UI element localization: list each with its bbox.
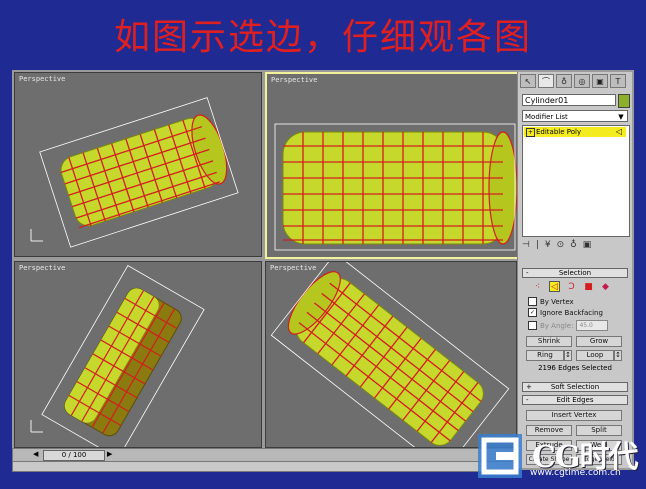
show-end-result-icon[interactable]: |	[536, 240, 539, 250]
by-vertex-label: By Vertex	[540, 297, 574, 306]
modifier-list-label: Modifier List	[525, 113, 568, 121]
modify-tab-icon[interactable]: ⌒	[538, 74, 554, 88]
modifier-list-dropdown[interactable]: Modifier List ▼	[522, 110, 628, 122]
remove-modifier-icon[interactable]: ⊙	[557, 240, 565, 250]
edge-level-icon[interactable]: ◁	[549, 281, 560, 292]
ignore-backfacing-checkbox[interactable]: ✓	[528, 308, 537, 317]
stack-toolbar: ⊣ | ¥ ⊙ ♁ ▣	[522, 238, 628, 252]
rollout-title: Selection	[558, 269, 592, 277]
cylinder-mesh	[30, 264, 205, 447]
pin-stack-icon[interactable]: ⊣	[522, 240, 530, 250]
display-tab-icon[interactable]: ▣	[592, 74, 608, 88]
vertex-level-icon[interactable]: ⁖	[532, 281, 543, 292]
ring-spinner[interactable]: ↕	[564, 350, 572, 361]
soft-selection-rollout-header[interactable]: + Soft Selection	[522, 382, 628, 392]
make-unique-icon[interactable]: ¥	[545, 240, 551, 250]
cg-logo-icon	[478, 434, 522, 478]
time-slider-bar[interactable]: ◀ 0 / 100 ▶	[12, 448, 517, 462]
motion-tab-icon[interactable]: ◎	[574, 74, 590, 88]
grow-button[interactable]: Grow	[576, 336, 622, 347]
by-angle-label: By Angle:	[540, 321, 574, 330]
cylinder-mesh	[30, 97, 239, 248]
cylinder-mesh	[274, 123, 517, 251]
rollout-title: Soft Selection	[550, 383, 600, 391]
by-vertex-checkbox[interactable]	[528, 297, 537, 306]
collapse-sign: -	[526, 396, 529, 404]
loop-button[interactable]: Loop	[576, 350, 614, 361]
track-bar[interactable]	[12, 461, 517, 472]
prev-frame-icon[interactable]: ◀	[33, 450, 38, 458]
expand-sign: +	[526, 383, 532, 391]
time-slider[interactable]: 0 / 100	[43, 450, 105, 461]
utilities-tab-icon[interactable]: T	[610, 74, 626, 88]
next-frame-icon[interactable]: ▶	[107, 450, 112, 458]
configure-sets-icon[interactable]: ♁	[570, 240, 577, 250]
by-angle-option[interactable]: By Angle: 45.0	[528, 320, 609, 331]
viewport-bottom-right[interactable]: Perspective	[265, 261, 517, 448]
by-angle-checkbox[interactable]	[528, 321, 537, 330]
viewport-bottom-left[interactable]: Perspective	[14, 261, 262, 448]
loop-spinner[interactable]: ↕	[614, 350, 622, 361]
polygon-level-icon[interactable]: ■	[583, 281, 594, 292]
modifier-stack: + Editable Poly ◁	[522, 125, 630, 237]
cylinder-mesh	[270, 262, 510, 447]
modifier-icon: ◁	[615, 127, 622, 136]
selection-rollout-header[interactable]: - Selection	[522, 268, 628, 278]
command-panel: ↖ ⌒ ♁ ◎ ▣ T Cylinder01 Modifier List ▼ +…	[517, 72, 632, 468]
viewport-top-left[interactable]: Perspective	[14, 72, 262, 257]
ignore-backfacing-label: Ignore Backfacing	[540, 308, 603, 317]
stack-item-label: Editable Poly	[536, 128, 582, 136]
command-panel-tabs: ↖ ⌒ ♁ ◎ ▣ T	[520, 74, 630, 88]
stack-item-editable-poly[interactable]: + Editable Poly ◁	[524, 127, 626, 137]
insert-vertex-button[interactable]: Insert Vertex	[526, 410, 622, 421]
expand-icon[interactable]: +	[526, 128, 535, 137]
chevron-down-icon: ▼	[618, 113, 624, 121]
create-tab-icon[interactable]: ↖	[520, 74, 536, 88]
configure-icon[interactable]: ▣	[583, 240, 592, 250]
ring-button[interactable]: Ring	[526, 350, 564, 361]
border-level-icon[interactable]: Ↄ	[566, 281, 577, 292]
shrink-button[interactable]: Shrink	[526, 336, 572, 347]
collapse-sign: -	[526, 269, 529, 277]
by-vertex-option[interactable]: By Vertex	[528, 297, 574, 306]
slide-title: 如图示选边，仔细观各图	[113, 17, 532, 58]
subobject-level-icons: ⁖ ◁ Ↄ ■ ◆	[532, 281, 611, 292]
selection-status: 2196 Edges Selected	[538, 364, 612, 372]
element-level-icon[interactable]: ◆	[600, 281, 611, 292]
angle-spinner[interactable]: 45.0	[576, 320, 609, 331]
object-name-field[interactable]: Cylinder01	[522, 94, 616, 106]
watermark-url: www.cgtime.com.cn	[530, 468, 621, 478]
viewport-top-right[interactable]: Perspective	[265, 72, 519, 259]
ignore-backfacing-option[interactable]: ✓ Ignore Backfacing	[528, 308, 603, 317]
hierarchy-tab-icon[interactable]: ♁	[556, 74, 572, 88]
edit-edges-rollout-header[interactable]: - Edit Edges	[522, 395, 628, 405]
watermark-logo: CG时代 www.cgtime.com.cn	[470, 428, 646, 485]
rollout-title: Edit Edges	[556, 396, 594, 404]
object-color-swatch[interactable]	[618, 94, 630, 108]
